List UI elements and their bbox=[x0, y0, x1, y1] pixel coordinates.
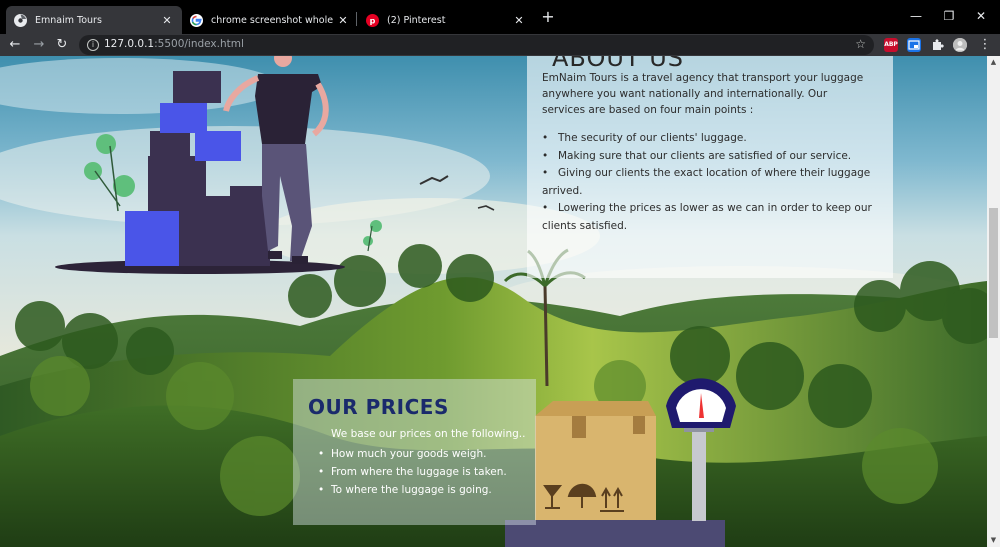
url-path: :5500/index.html bbox=[154, 38, 244, 50]
tab-separator bbox=[356, 12, 357, 26]
chrome-web-icon bbox=[14, 13, 27, 27]
puzzle-extensions-icon[interactable] bbox=[930, 38, 944, 52]
window-close-button[interactable]: ✕ bbox=[970, 6, 992, 26]
google-icon bbox=[190, 13, 203, 27]
cast-icon[interactable] bbox=[907, 38, 921, 52]
tab-title: Emnaim Tours bbox=[35, 14, 102, 26]
close-tab-icon[interactable]: ✕ bbox=[160, 14, 174, 27]
pinterest-icon: p bbox=[366, 13, 379, 27]
about-intro: EmNaim Tours is a travel agency that tra… bbox=[542, 72, 864, 116]
url-text[interactable]: 127.0.0.1:5500/index.html bbox=[104, 38, 244, 50]
prices-intro: We base our prices on the following.. bbox=[331, 428, 526, 440]
address-bar[interactable]: i 127.0.0.1:5500/index.html ☆ bbox=[79, 35, 874, 55]
browser-toolbar: ← → ↻ i 127.0.0.1:5500/index.html ☆ ABP … bbox=[0, 34, 1000, 56]
list-item: Lowering the prices as lower as we can i… bbox=[526, 200, 872, 235]
adblock-plus-icon[interactable]: ABP bbox=[884, 38, 898, 52]
prices-heading: OUR PRICES bbox=[308, 395, 449, 419]
site-info-icon[interactable]: i bbox=[87, 39, 99, 51]
list-item: How much your goods weigh. bbox=[318, 445, 507, 463]
svg-text:p: p bbox=[370, 16, 376, 25]
close-tab-icon[interactable]: ✕ bbox=[336, 14, 350, 27]
list-item: To where the luggage is going. bbox=[318, 481, 507, 499]
close-tab-icon[interactable]: ✕ bbox=[512, 14, 526, 27]
list-item: Giving our clients the exact location of… bbox=[526, 165, 872, 200]
forward-arrow-icon[interactable]: → bbox=[30, 36, 48, 54]
scroll-thumb[interactable] bbox=[989, 208, 998, 338]
tab-emnaim-tours[interactable]: Emnaim Tours ✕ bbox=[6, 6, 182, 34]
new-tab-button[interactable]: + bbox=[539, 8, 557, 26]
bookmark-star-icon[interactable]: ☆ bbox=[855, 37, 866, 51]
minimize-button[interactable]: — bbox=[905, 6, 927, 26]
page-scrollbar[interactable]: ▲ ▼ bbox=[987, 56, 1000, 547]
tab-chrome-screenshot[interactable]: chrome screenshot whole page s ✕ bbox=[182, 6, 358, 34]
back-arrow-icon[interactable]: ← bbox=[6, 36, 24, 54]
more-menu-icon[interactable]: ⋮ bbox=[976, 36, 994, 54]
restore-button[interactable]: ❐ bbox=[938, 6, 960, 26]
list-item: Making sure that our clients are satisfi… bbox=[542, 148, 872, 166]
reload-icon[interactable]: ↻ bbox=[53, 36, 71, 54]
url-host: 127.0.0.1 bbox=[104, 38, 155, 50]
tab-pinterest[interactable]: p (2) Pinterest ✕ bbox=[358, 6, 534, 34]
page-viewport: ABOUT US EmNaim Tours is a travel agency… bbox=[0, 56, 987, 547]
tab-strip: Emnaim Tours ✕ chrome screenshot whole p… bbox=[0, 0, 1000, 34]
list-item: From where the luggage is taken. bbox=[318, 463, 507, 481]
profile-avatar[interactable] bbox=[953, 38, 967, 52]
about-points-list: The security of our clients' luggage. Ma… bbox=[526, 130, 872, 235]
scroll-down-arrow-icon[interactable]: ▼ bbox=[987, 534, 1000, 547]
tab-title: chrome screenshot whole page s bbox=[211, 14, 336, 26]
list-item: The security of our clients' luggage. bbox=[542, 130, 872, 148]
tab-title: (2) Pinterest bbox=[387, 14, 446, 26]
scroll-up-arrow-icon[interactable]: ▲ bbox=[987, 56, 1000, 69]
prices-points-list: How much your goods weigh. From where th… bbox=[318, 445, 507, 499]
